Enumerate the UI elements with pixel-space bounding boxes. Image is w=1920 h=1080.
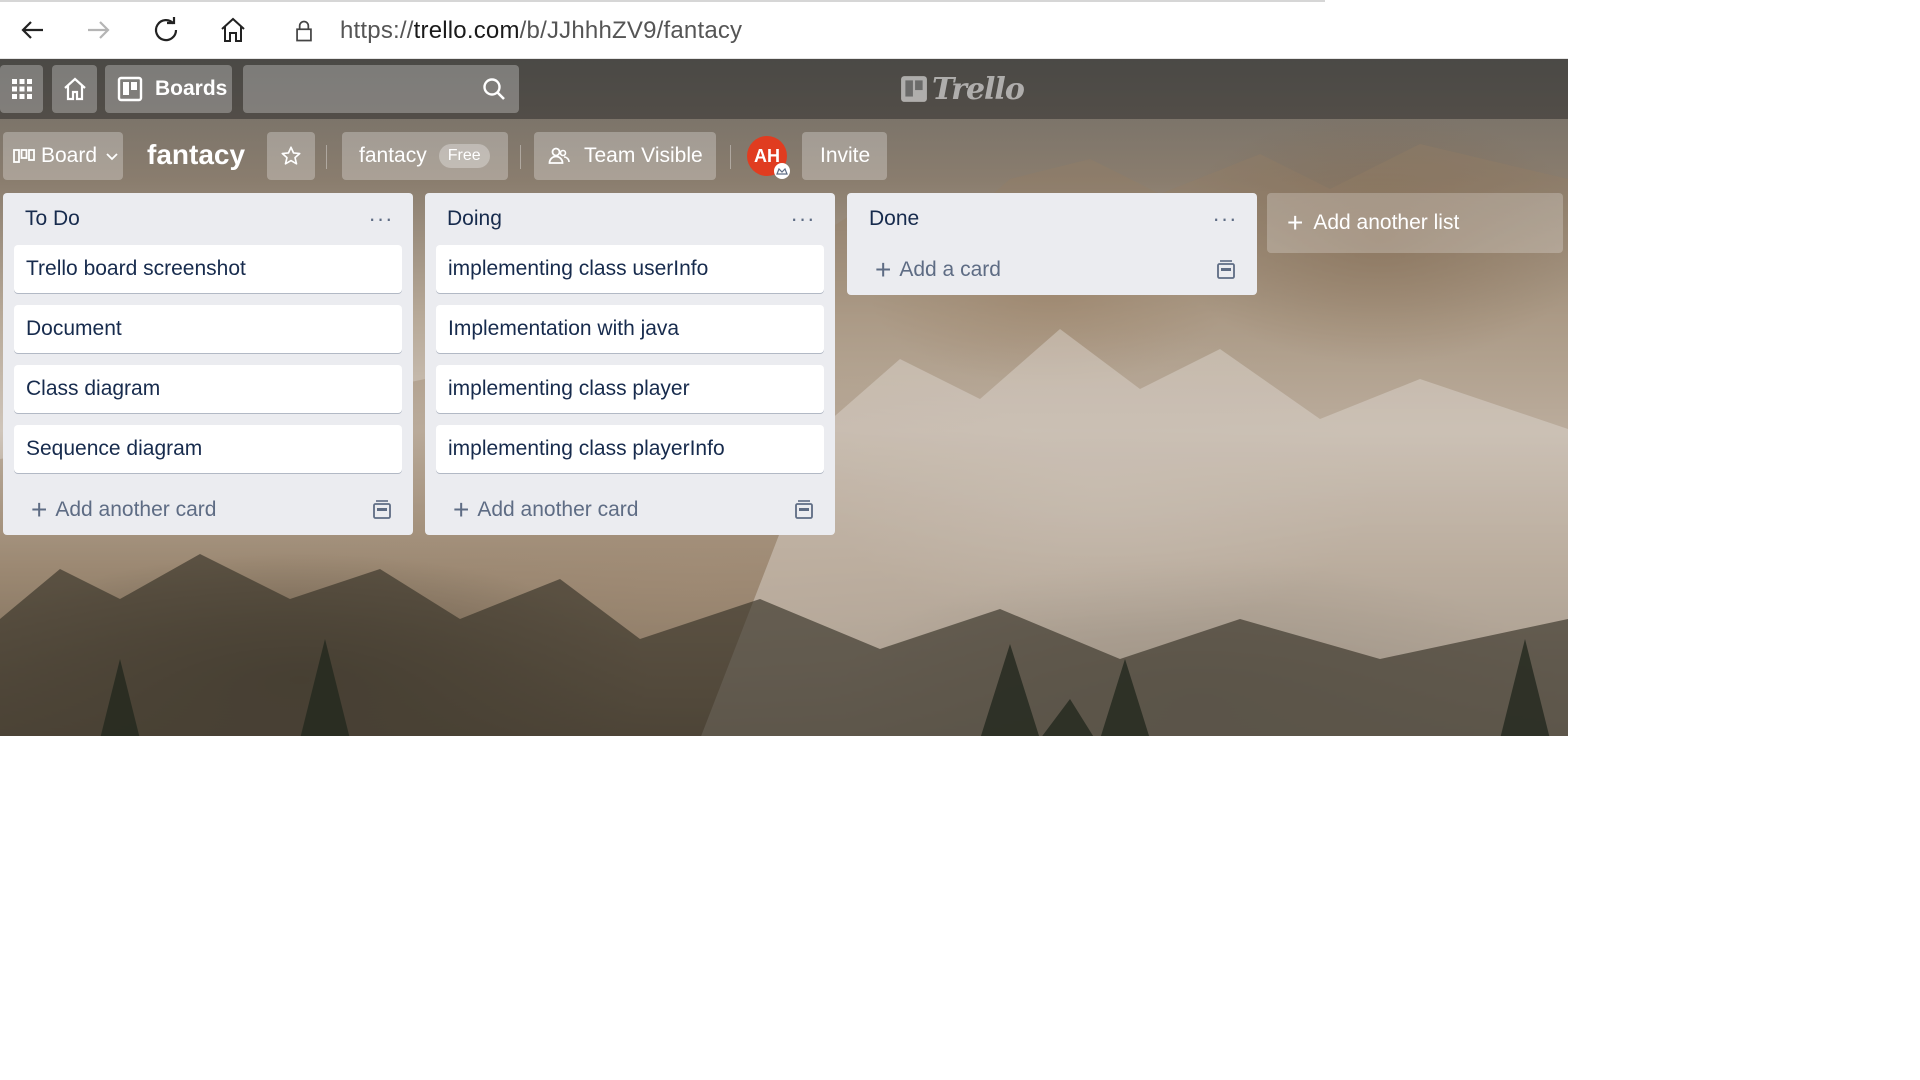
header-divider	[730, 145, 731, 169]
list-done[interactable]: Done ··· + Add a card	[847, 193, 1257, 295]
grid-icon	[11, 79, 32, 99]
home-nav-button[interactable]	[52, 65, 97, 113]
board-view-switcher[interactable]: Board	[3, 132, 123, 180]
ellipsis-icon: ···	[368, 206, 394, 231]
admin-badge-icon	[774, 163, 790, 179]
board-icon	[117, 76, 143, 102]
list-header[interactable]: Doing ···	[425, 193, 835, 245]
list-menu-button[interactable]: ···	[1209, 203, 1241, 235]
star-board-button[interactable]	[267, 132, 315, 180]
trello-logo-icon	[901, 76, 927, 102]
card-template-icon[interactable]	[793, 499, 815, 521]
search-input[interactable]	[243, 65, 519, 113]
card[interactable]: implementing class playerInfo	[436, 425, 824, 473]
chevron-down-icon	[106, 153, 118, 161]
card[interactable]: Trello board screenshot	[14, 245, 402, 293]
url-text[interactable]: https://trello.com/b/JJhhhZV9/fantacy	[340, 17, 742, 45]
browser-toolbar: https://trello.com/b/JJhhhZV9/fantacy	[0, 0, 1568, 59]
card[interactable]: Implementation with java	[436, 305, 824, 353]
plus-icon: +	[453, 494, 470, 525]
list-doing[interactable]: Doing ··· implementing class userInfo Im…	[425, 193, 835, 535]
list-title[interactable]: Doing	[447, 207, 502, 231]
add-list-label: Add another list	[1313, 211, 1460, 234]
plus-icon: +	[1287, 207, 1304, 238]
app-header: Boards Trello	[0, 59, 1568, 119]
arrow-right-icon	[88, 21, 110, 39]
list-menu-button[interactable]: ···	[787, 203, 819, 235]
plus-icon: +	[31, 494, 48, 525]
visibility-label: Team Visible	[584, 144, 703, 167]
card[interactable]: Document	[14, 305, 402, 353]
trello-logo-text: Trello	[932, 71, 1025, 107]
address-bar[interactable]: https://trello.com/b/JJhhhZV9/fantacy	[272, 8, 1568, 54]
home-icon	[221, 17, 245, 42]
list-header[interactable]: Done ···	[847, 193, 1257, 245]
team-visible-icon	[548, 147, 570, 164]
card-template-icon[interactable]	[371, 499, 393, 521]
list-title[interactable]: Done	[869, 207, 919, 231]
reload-button[interactable]	[146, 10, 186, 50]
invite-button[interactable]: Invite	[802, 132, 887, 180]
url-host: trello.com	[413, 17, 520, 44]
list-to-do[interactable]: To Do ··· Trello board screenshot Docume…	[3, 193, 413, 535]
trello-logo[interactable]: Trello	[900, 69, 1025, 109]
board-view-icon	[13, 149, 35, 163]
board-title[interactable]: fantacy	[147, 139, 245, 171]
forward-button[interactable]	[79, 10, 119, 50]
visibility-button[interactable]: Team Visible	[534, 132, 716, 180]
star-icon	[281, 146, 301, 165]
lock-icon	[284, 11, 324, 51]
card[interactable]: implementing class player	[436, 365, 824, 413]
add-card-button[interactable]: + Add another card	[3, 485, 413, 535]
card[interactable]: implementing class userInfo	[436, 245, 824, 293]
card[interactable]: Sequence diagram	[14, 425, 402, 473]
header-divider	[520, 145, 521, 169]
add-card-label: Add a card	[899, 258, 1001, 281]
boards-button[interactable]: Boards	[105, 65, 232, 113]
arrow-left-icon	[21, 21, 43, 39]
plan-badge: Free	[438, 144, 490, 168]
add-card-label: Add another card	[55, 498, 217, 521]
page-load-indicator	[0, 0, 1325, 2]
url-path: /b/JJhhhZV9/fantacy	[519, 17, 743, 44]
home-icon	[63, 77, 86, 101]
home-button[interactable]	[213, 10, 253, 50]
list-menu-button[interactable]: ···	[365, 203, 397, 235]
board-view-label: Board	[41, 144, 98, 167]
team-name: fantacy	[359, 144, 427, 167]
ellipsis-icon: ···	[790, 206, 816, 231]
invite-label: Invite	[820, 144, 871, 167]
back-button[interactable]	[12, 10, 52, 50]
reload-icon	[154, 17, 178, 42]
apps-button[interactable]	[0, 65, 43, 113]
add-card-button[interactable]: + Add a card	[847, 245, 1257, 295]
url-scheme: https://	[340, 17, 414, 44]
list-title[interactable]: To Do	[25, 207, 80, 231]
team-button[interactable]: fantacy Free	[342, 132, 508, 180]
card-template-icon[interactable]	[1215, 259, 1237, 281]
add-card-button[interactable]: + Add another card	[425, 485, 835, 535]
boards-label: Boards	[155, 77, 228, 100]
header-divider	[326, 145, 327, 169]
ellipsis-icon: ···	[1212, 206, 1238, 231]
card[interactable]: Class diagram	[14, 365, 402, 413]
plus-icon: +	[875, 254, 892, 285]
list-header[interactable]: To Do ···	[3, 193, 413, 245]
add-card-label: Add another card	[477, 498, 639, 521]
trello-board-page: Boards Trello Board fantacy fantacy Free…	[0, 59, 1568, 736]
add-list-button[interactable]: + Add another list	[1267, 193, 1563, 253]
search-icon	[483, 78, 505, 100]
